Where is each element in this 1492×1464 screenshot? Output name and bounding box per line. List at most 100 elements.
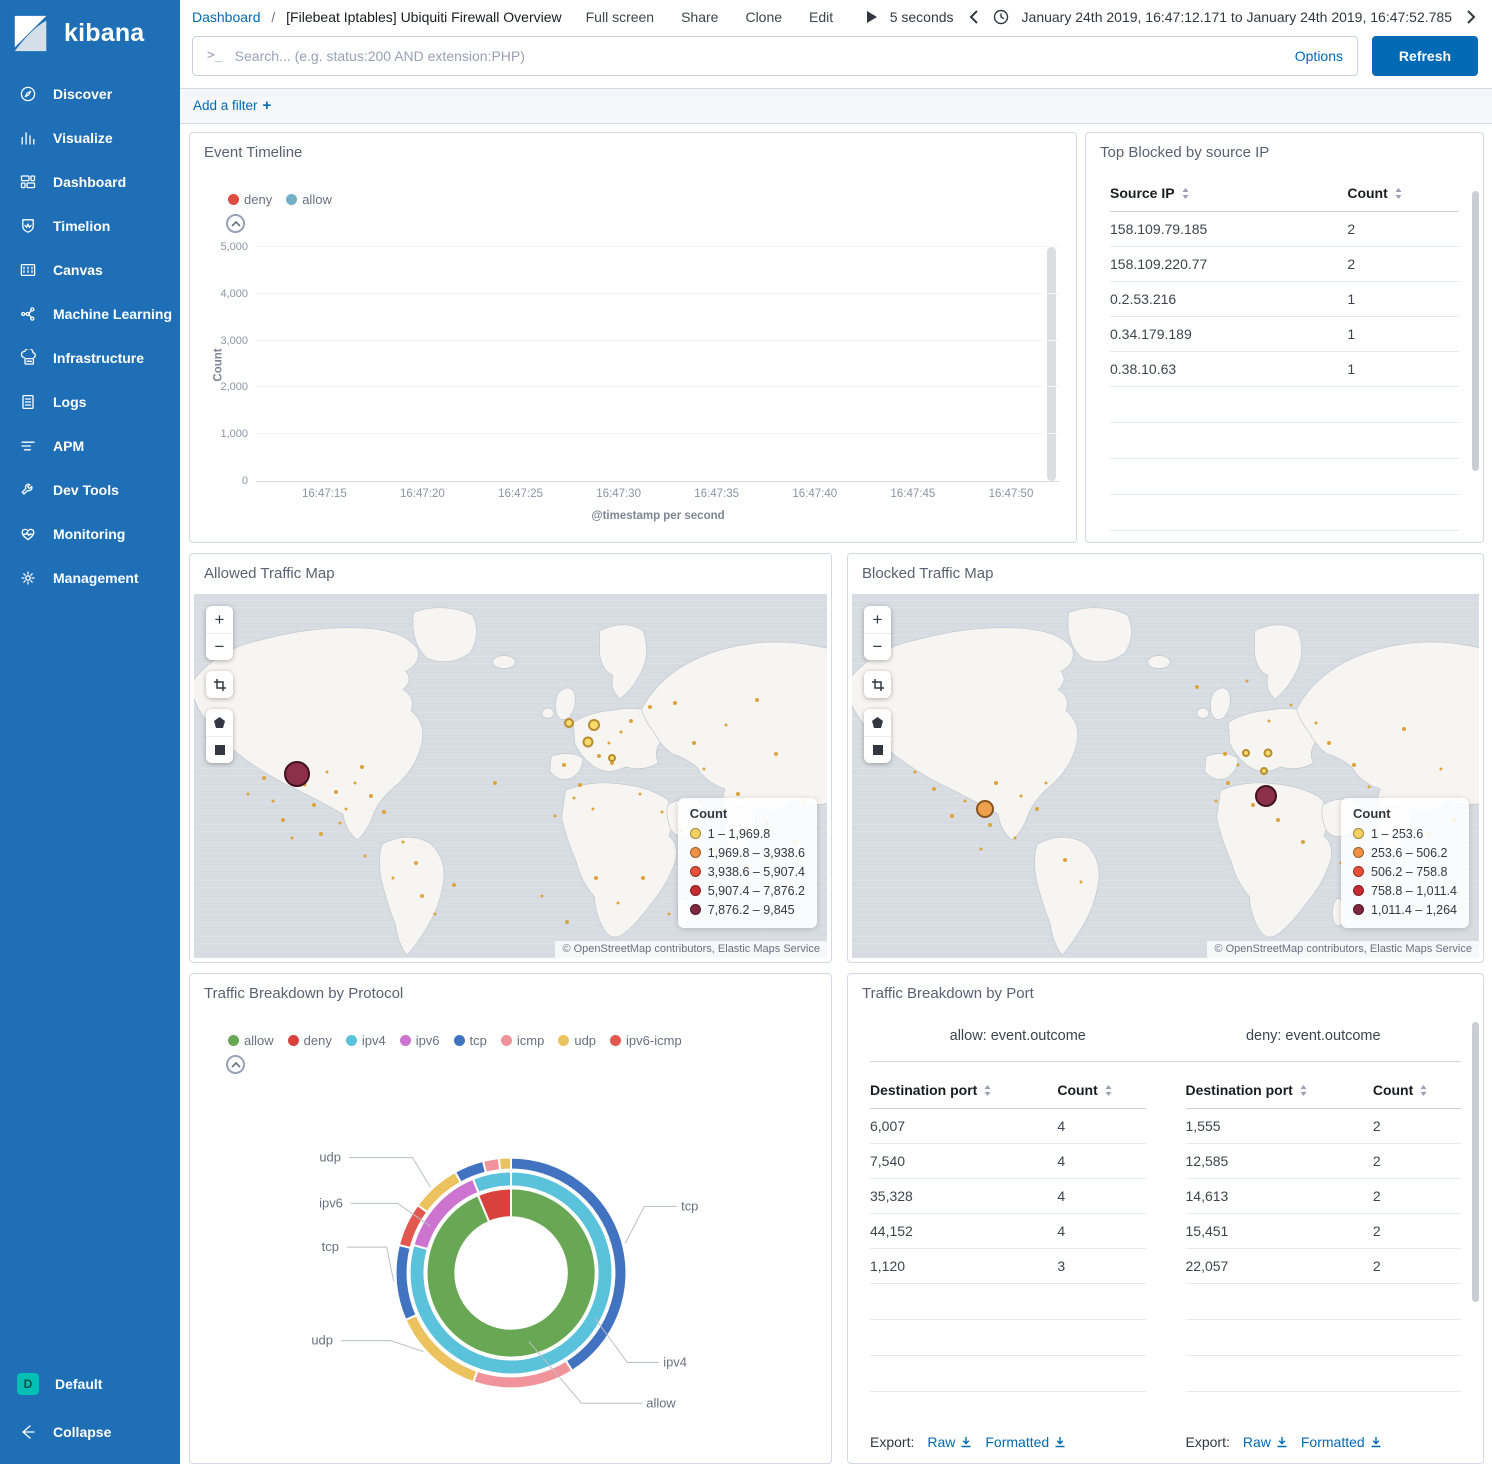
column-header-destination-port[interactable]: Destination port [1186,1076,1373,1109]
map-marker[interactable] [583,737,594,748]
sidebar-item-logs[interactable]: Logs [0,380,180,424]
zoom-out-button[interactable]: − [206,633,233,660]
table-cell: 1,120 [870,1249,1057,1284]
table-cell: 2 [1347,212,1459,247]
sidebar-item-timelion[interactable]: Timelion [0,204,180,248]
map-point [369,794,373,798]
sidebar-footer: D Default Collapse [0,1360,180,1456]
empty-table-row [1186,1320,1462,1356]
breadcrumb-separator: / [271,9,275,25]
donut-segment-icmp[interactable] [483,1158,500,1172]
map-marker[interactable] [1260,767,1268,775]
map-viewport[interactable]: + − [194,594,827,958]
play-icon[interactable] [867,11,877,23]
map-bubble-marker[interactable] [976,800,994,818]
legend-item-allow[interactable]: allow [286,192,332,207]
map-legend-row: 3,938.6 – 5,907.4 [690,862,805,881]
add-filter-link[interactable]: Add a filter + [193,97,271,114]
export-raw-link[interactable]: Raw [1243,1434,1288,1450]
zoom-in-button[interactable]: + [864,606,891,633]
map-point [1063,858,1067,862]
chevron-left-icon[interactable] [967,10,980,24]
panel-blocked-traffic-map: Blocked Traffic Map + − [847,553,1484,963]
draw-polygon-button[interactable] [206,709,233,736]
table-cell: 1 [1347,282,1459,317]
map-bubble-marker[interactable] [284,761,310,787]
legend-item-deny[interactable]: deny [228,192,272,207]
sidebar-item-infrastructure[interactable]: Infrastructure [0,336,180,380]
map-point [401,840,404,843]
map-point [932,787,936,791]
sidebar-item-monitoring[interactable]: Monitoring [0,512,180,556]
column-header-count[interactable]: Count [1057,1076,1145,1109]
table-cell: 4 [1057,1179,1145,1214]
options-link[interactable]: Options [1295,48,1343,64]
x-axis-tick: 16:47:45 [890,488,935,500]
export-formatted-link[interactable]: Formatted [1301,1434,1382,1450]
map-viewport[interactable]: + − [852,594,1479,958]
x-axis-tick: 16:47:40 [792,488,837,500]
legend-item-allow[interactable]: allow [228,1033,274,1048]
map-marker[interactable] [588,719,600,731]
legend-item-deny[interactable]: deny [288,1033,332,1048]
chart-legend: allow deny ipv4 ipv6 tcpicmpudp ipv6-icmp [228,1033,831,1048]
zoom-in-button[interactable]: + [206,606,233,633]
fit-data-bounds-button[interactable] [206,671,233,698]
map-point [572,796,575,799]
legend-item-ipv4[interactable]: ipv4 [346,1033,386,1048]
sidebar-item-apm[interactable]: APM [0,424,180,468]
clone-button[interactable]: Clone [745,9,782,25]
column-header-destination-port[interactable]: Destination port [870,1076,1057,1109]
map-point [272,800,275,803]
legend-item-tcp[interactable]: tcp [454,1033,487,1048]
sidebar-item-dev-tools[interactable]: Dev Tools [0,468,180,512]
chevron-right-icon[interactable] [1465,10,1478,24]
x-axis-tick: 16:47:15 [302,488,347,500]
column-header-count[interactable]: Count [1347,179,1459,212]
map-controls: + − [206,606,233,763]
export-raw-link[interactable]: Raw [927,1434,972,1450]
zoom-out-button[interactable]: − [864,633,891,660]
map-point [963,800,966,803]
draw-rectangle-button[interactable] [864,736,891,763]
map-bubble-marker[interactable] [1255,785,1277,807]
column-header-count[interactable]: Count [1373,1076,1461,1109]
legend-item-ipv6[interactable]: ipv6 [400,1033,440,1048]
legend-collapse-button[interactable] [226,214,245,233]
sidebar-item-machine-learning[interactable]: Machine Learning [0,292,180,336]
map-marker[interactable] [1242,749,1250,757]
space-badge: D [17,1373,39,1395]
donut-segment-udp[interactable] [499,1158,511,1171]
column-header-source-ip[interactable]: Source IP [1110,179,1347,212]
sidebar-item-management[interactable]: Management [0,556,180,600]
export-formatted-link[interactable]: Formatted [985,1434,1066,1450]
time-range[interactable]: January 24th 2019, 16:47:12.171 to Janua… [1022,9,1452,25]
fit-data-bounds-button[interactable] [864,671,891,698]
kibana-logo[interactable]: kibana [0,0,180,72]
legend-item-udp[interactable]: udp [558,1033,596,1048]
sidebar-item-dashboard[interactable]: Dashboard [0,160,180,204]
draw-polygon-button[interactable] [864,709,891,736]
scrollbar[interactable] [1472,191,1479,471]
sidebar-item-canvas[interactable]: Canvas [0,248,180,292]
refresh-button[interactable]: Refresh [1372,36,1478,76]
refresh-interval[interactable]: 5 seconds [890,9,954,25]
map-marker[interactable] [608,754,616,762]
full-screen-button[interactable]: Full screen [586,9,654,25]
share-button[interactable]: Share [681,9,718,25]
legend-item-icmp[interactable]: icmp [501,1033,544,1048]
breadcrumb-dashboard[interactable]: Dashboard [192,9,261,25]
edit-button[interactable]: Edit [809,9,833,25]
sidebar-item-visualize[interactable]: Visualize [0,116,180,160]
map-marker[interactable] [1264,748,1273,757]
sidebar-space-default[interactable]: D Default [0,1360,180,1408]
sidebar-item-discover[interactable]: Discover [0,72,180,116]
legend-item-ipv6-icmp[interactable]: ipv6-icmp [610,1033,682,1048]
map-marker[interactable] [564,718,574,728]
legend-collapse-button[interactable] [226,1055,245,1074]
empty-table-row [1110,459,1459,495]
scrollbar[interactable] [1472,1022,1479,1302]
draw-rectangle-button[interactable] [206,736,233,763]
sidebar-collapse[interactable]: Collapse [0,1408,180,1456]
search-input[interactable] [235,48,1285,64]
